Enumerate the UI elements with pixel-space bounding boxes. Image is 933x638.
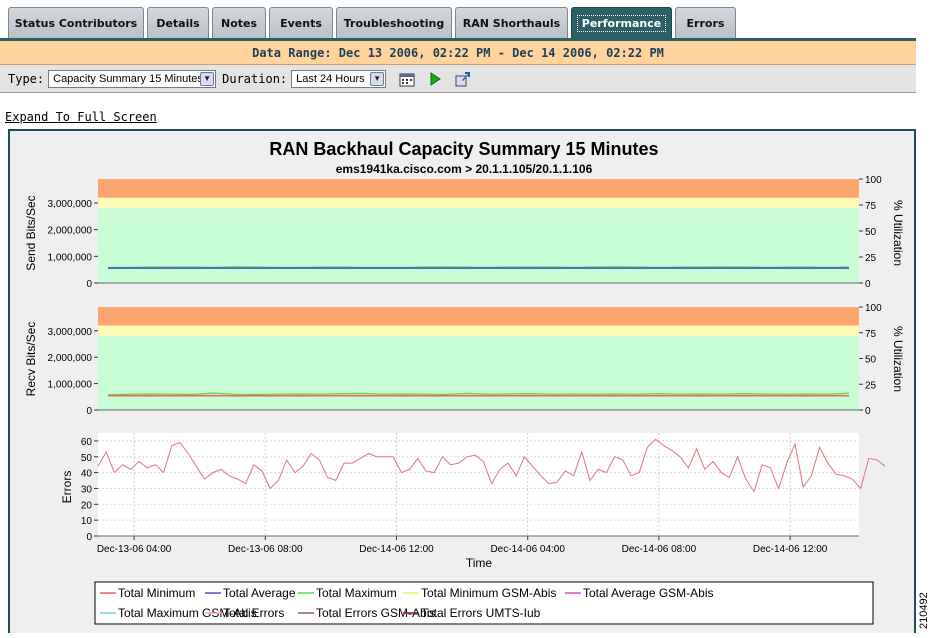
tab-label: Performance [576, 15, 667, 32]
errors-y-axis-label: Errors [60, 471, 74, 504]
y-tick-label: 2,000,000 [48, 226, 93, 237]
y2-tick-label: 100 [865, 303, 882, 314]
legend-label: Total Average [223, 586, 296, 600]
y-tick-label: 0 [86, 532, 92, 543]
time-x-axis-label: Time [466, 556, 493, 570]
tab-label: Status Contributors [14, 17, 138, 30]
duration-label: Duration: [222, 71, 288, 86]
type-select[interactable]: Capacity Summary 15 Minutes ▼ [48, 69, 217, 88]
legend-label: Total Average GSM-Abis [583, 586, 714, 600]
y-tick-label: 30 [81, 484, 93, 495]
band-orange [98, 179, 859, 198]
chevron-down-icon: ▼ [370, 71, 385, 86]
y-tick-label: 20 [81, 500, 93, 511]
x-tick-label: Dec-13-06 08:00 [228, 544, 303, 555]
calendar-icon[interactable] [398, 70, 416, 88]
tab-bar: Status Contributors Details Notes Events… [0, 0, 916, 41]
chevron-down-icon: ▼ [200, 71, 215, 86]
y-tick-label: 1,000,000 [48, 380, 93, 391]
export-icon[interactable] [454, 70, 472, 88]
type-label: Type: [8, 71, 45, 86]
performance-chart: RAN Backhaul Capacity Summary 15 Minutes… [24, 139, 905, 625]
x-tick-label: Dec-13-06 04:00 [97, 544, 172, 555]
y-tick-label: 1,000,000 [48, 252, 93, 263]
tab-ran-shorthauls[interactable]: RAN Shorthauls [455, 7, 568, 39]
legend-label: Total Minimum [118, 586, 195, 600]
band-green [98, 336, 859, 410]
y-tick-label: 0 [86, 406, 92, 417]
expand-full-screen-link[interactable]: Expand To Full Screen [5, 110, 157, 124]
y2-tick-label: 25 [865, 253, 877, 264]
y-tick-label: 50 [81, 453, 93, 464]
duration-select[interactable]: Last 24 Hours ▼ [291, 69, 387, 88]
tab-performance[interactable]: Performance [571, 7, 672, 39]
date-range-text: Data Range: Dec 13 2006, 02:22 PM - Dec … [252, 45, 664, 60]
controls-bar: Type: Capacity Summary 15 Minutes ▼ Dura… [0, 65, 916, 93]
legend-label: Total Errors [223, 606, 284, 620]
send-y-axis-label: Send Bits/Sec [24, 195, 38, 270]
y2-tick-label: 0 [865, 406, 871, 417]
tab-label: Events [280, 17, 322, 30]
figure-id: 210492 [917, 589, 933, 633]
tab-label: Errors [686, 17, 725, 30]
tab-details[interactable]: Details [147, 7, 209, 39]
y-tick-label: 40 [81, 469, 93, 480]
tab-label: Notes [220, 17, 258, 30]
band-yellow [98, 197, 859, 209]
band-green [98, 208, 859, 283]
recv-y-axis-label: Recv Bits/Sec [24, 322, 38, 397]
y-tick-label: 60 [81, 437, 93, 448]
y2-tick-label: 50 [865, 355, 877, 366]
y-tick-label: 0 [86, 279, 92, 290]
y2-tick-label: 0 [865, 279, 871, 290]
chart-subtitle: ems1941ka.cisco.com > 20.1.1.105/20.1.1.… [336, 162, 593, 176]
y-tick-label: 10 [81, 516, 93, 527]
x-tick-label: Dec-14-06 12:00 [359, 544, 434, 555]
y2-tick-label: 75 [865, 329, 877, 340]
x-tick-label: Dec-14-06 12:00 [753, 544, 828, 555]
recv-y2-axis-label: % Utilization [891, 326, 905, 392]
tab-notes[interactable]: Notes [212, 7, 266, 39]
band-orange [98, 307, 859, 326]
tab-label: Troubleshooting [343, 17, 445, 30]
band-yellow [98, 325, 859, 337]
send-y2-axis-label: % Utilization [891, 200, 905, 266]
y-tick-label: 2,000,000 [48, 353, 93, 364]
date-range-banner: Data Range: Dec 13 2006, 02:22 PM - Dec … [0, 41, 916, 65]
y-tick-label: 3,000,000 [48, 327, 93, 338]
tab-label: Details [156, 17, 200, 30]
legend-label: Total Maximum [316, 586, 397, 600]
legend-label: Total Errors UMTS-Iub [421, 606, 541, 620]
type-select-value: Capacity Summary 15 Minutes [53, 72, 203, 85]
play-icon[interactable] [426, 70, 444, 88]
y2-tick-label: 100 [865, 175, 882, 186]
y2-tick-label: 25 [865, 380, 877, 391]
x-tick-label: Dec-14-06 04:00 [490, 544, 565, 555]
figure-id-text: 210492 [918, 592, 930, 629]
tab-events[interactable]: Events [269, 7, 333, 39]
y-tick-label: 3,000,000 [48, 199, 93, 210]
y2-tick-label: 50 [865, 227, 877, 238]
chart-title: RAN Backhaul Capacity Summary 15 Minutes [269, 139, 658, 159]
tab-troubleshooting[interactable]: Troubleshooting [336, 7, 452, 39]
tab-errors[interactable]: Errors [675, 7, 736, 39]
duration-select-value: Last 24 Hours [296, 72, 365, 85]
legend-label: Total Minimum GSM-Abis [421, 586, 556, 600]
x-tick-label: Dec-14-06 08:00 [622, 544, 697, 555]
tab-status-contributors[interactable]: Status Contributors [8, 7, 144, 39]
chart-panel: RAN Backhaul Capacity Summary 15 Minutes… [8, 129, 916, 633]
tab-label: RAN Shorthauls [462, 17, 561, 30]
y2-tick-label: 75 [865, 201, 877, 212]
